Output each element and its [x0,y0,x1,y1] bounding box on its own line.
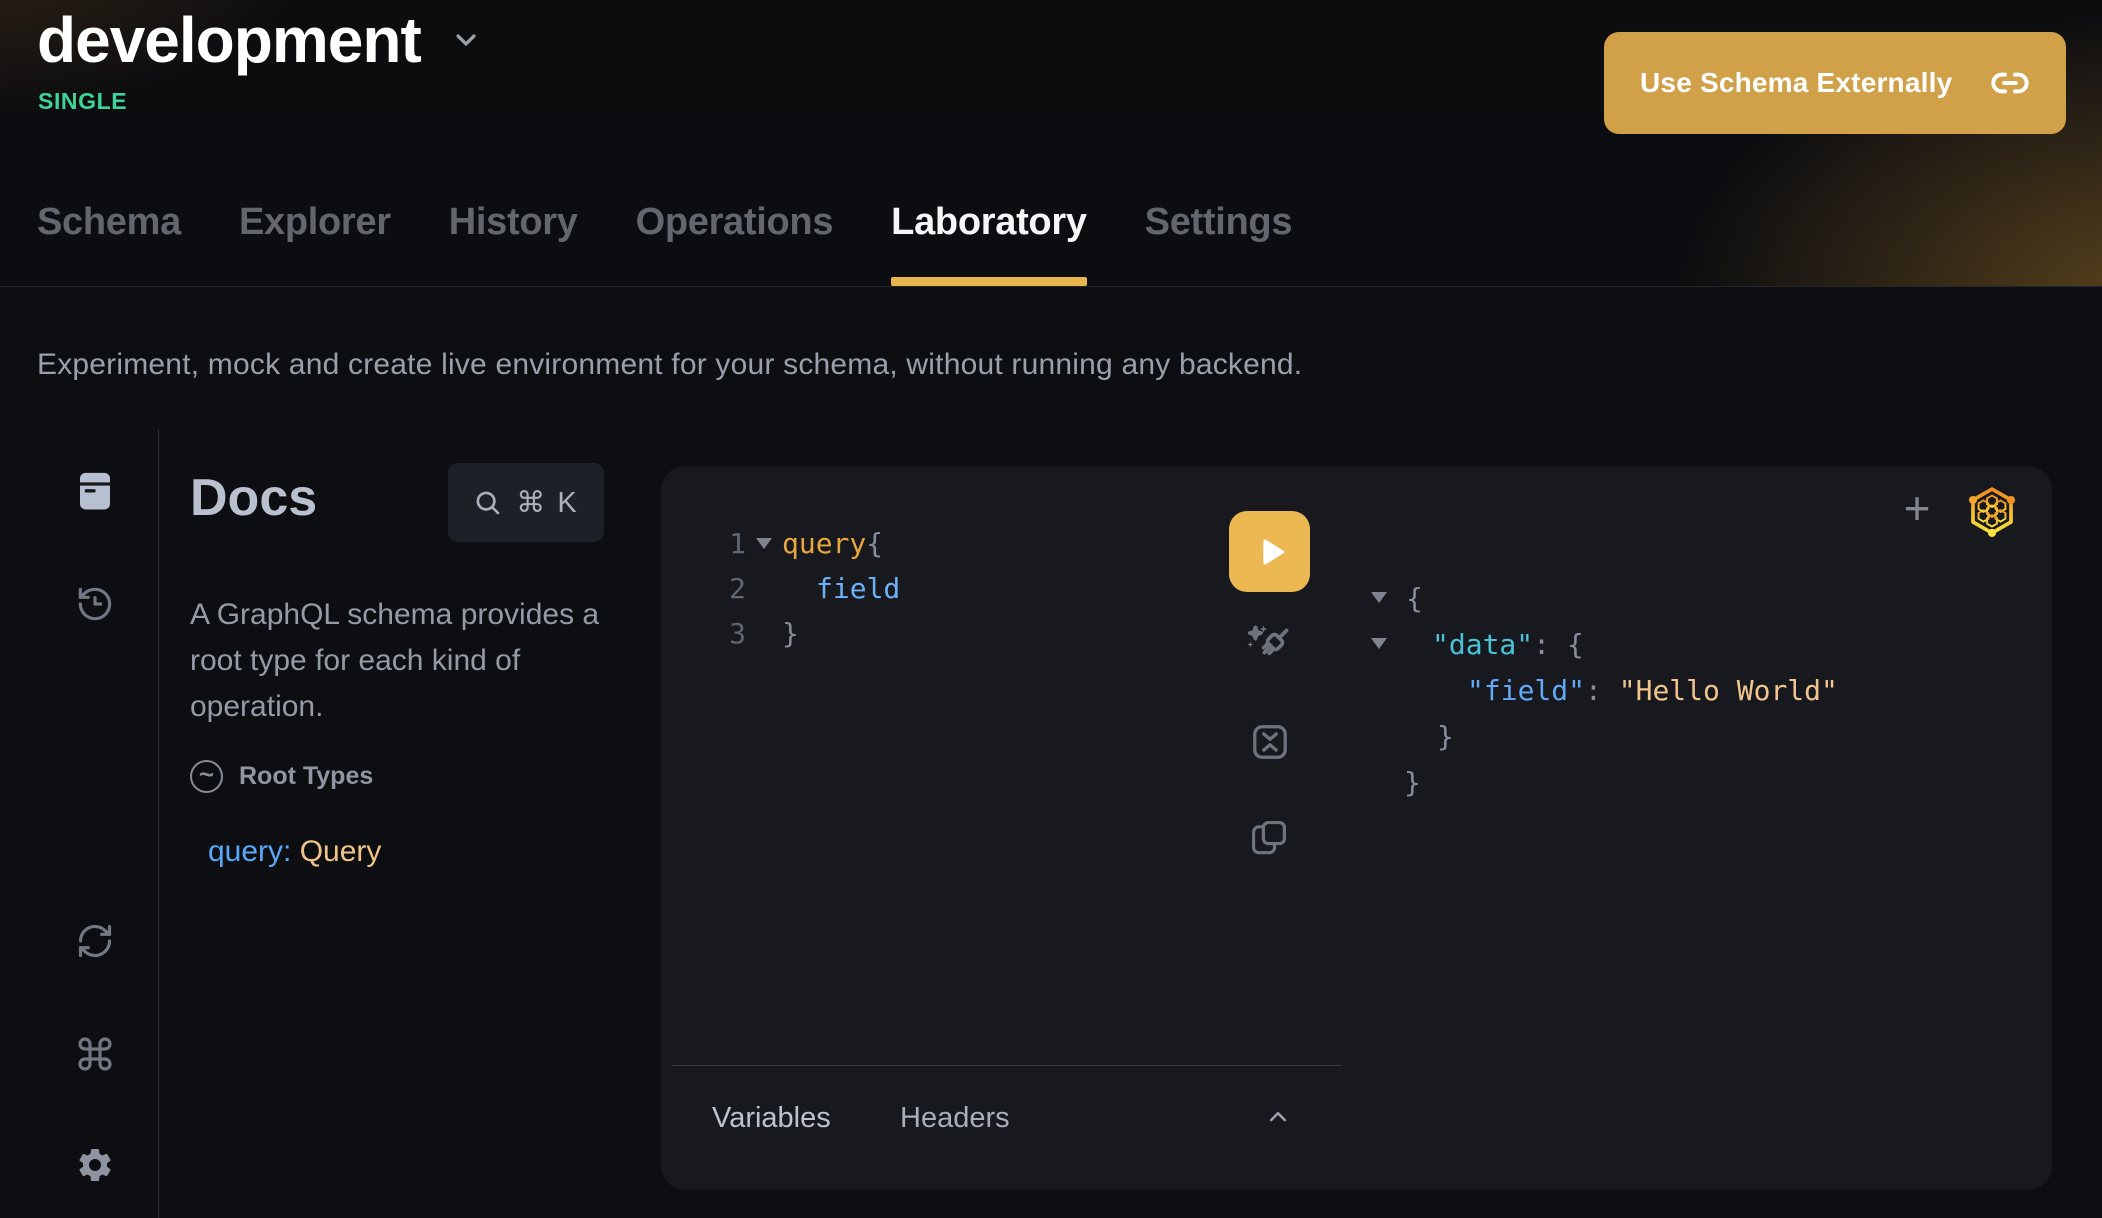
response-key: "field" [1467,674,1585,707]
docs-search-button[interactable]: ⌘ K [448,463,604,542]
graphiql-panel: 1 query{ 2 field 3 } [661,466,2052,1190]
code-field: field [816,572,900,605]
collapse-tools-button[interactable] [1261,1102,1295,1135]
query-editor-line: 2 field [716,566,900,611]
response-punct: } [1437,720,1454,753]
chevron-up-icon [1261,1102,1295,1132]
execute-query-button[interactable] [1229,511,1310,592]
tab-explorer[interactable]: Explorer [239,201,391,286]
search-shortcut-label: ⌘ K [516,485,578,520]
sidebar-settings-button[interactable] [75,1143,115,1187]
sidebar-shortcuts-button[interactable] [75,1032,115,1076]
root-type-row: query: Query [208,835,381,869]
root-type-separator: : [283,835,300,868]
use-schema-externally-button[interactable]: Use Schema Externally [1604,32,2066,134]
merge-icon [1248,720,1292,764]
response-punct: : [1585,674,1619,707]
gear-icon [75,1145,115,1185]
editor-tools-divider [672,1065,1342,1066]
copy-icon [1248,817,1290,859]
link-icon [1990,63,2030,103]
search-icon [473,488,503,518]
code-punct: } [782,617,799,650]
sidebar-history-button[interactable] [75,582,115,626]
code-punct: { [866,527,883,560]
chevron-down-icon [447,21,485,59]
status-badge: SINGLE [38,88,127,115]
laboratory-page: development SINGLE Use Schema Externally… [0,0,2102,1218]
response-line: } [1371,713,1454,759]
target-selector[interactable]: development [37,8,485,72]
root-types-icon: ~ [190,760,223,793]
prettify-query-button[interactable] [1244,621,1296,673]
response-line: } [1371,759,1421,805]
page-header: development SINGLE Use Schema Externally… [0,0,2102,287]
tab-laboratory[interactable]: Laboratory [891,201,1086,286]
response-punct: } [1404,766,1421,799]
sidebar-docs-button[interactable] [75,470,115,514]
page-description: Experiment, mock and create live environ… [37,348,1302,382]
root-types-label: Root Types [239,762,373,791]
copy-query-button[interactable] [1247,816,1291,860]
query-editor-line: 3 } [716,611,799,656]
root-type-field-name: query [208,835,283,868]
docs-panel-title: Docs [190,468,317,528]
prettify-icon [1245,622,1295,672]
hive-logo-icon[interactable] [1966,484,2018,538]
response-line: "field": "Hello World" [1371,667,1838,713]
history-icon [75,584,115,624]
variables-tab[interactable]: Variables [712,1102,831,1135]
sidebar-divider [158,429,159,1218]
page-title: development [37,8,421,72]
line-number: 2 [716,572,746,605]
docs-book-icon [75,470,115,514]
play-icon [1250,532,1290,572]
tab-schema[interactable]: Schema [37,201,181,286]
response-punct: { [1567,628,1584,661]
tab-settings[interactable]: Settings [1145,201,1293,286]
root-type-link[interactable]: Query [300,835,382,868]
sidebar-refetch-button[interactable] [75,919,115,963]
merge-fragments-button[interactable] [1247,719,1293,765]
use-schema-externally-label: Use Schema Externally [1640,67,1952,99]
add-tab-button[interactable]: + [1893,484,1941,532]
response-punct: : [1533,628,1567,661]
query-editor-line: 1 query{ [716,521,883,566]
response-line: "data": { [1371,621,1584,667]
response-punct: { [1406,582,1423,615]
line-number: 1 [716,527,746,560]
code-keyword: query [782,527,866,560]
response-key: "data" [1432,628,1533,661]
command-icon [75,1034,115,1074]
response-line: { [1371,575,1423,621]
main-nav-tabs: Schema Explorer History Operations Labor… [37,201,1292,286]
root-types-section-header: ~ Root Types [190,760,373,793]
line-number: 3 [716,617,746,650]
response-string: "Hello World" [1619,674,1838,707]
fold-triangle-icon[interactable] [746,538,782,549]
tab-history[interactable]: History [449,201,578,286]
docs-description: A GraphQL schema provides a root type fo… [190,592,622,730]
tab-operations[interactable]: Operations [636,201,834,286]
plus-icon: + [1904,482,1931,534]
refresh-icon [75,921,115,961]
headers-tab[interactable]: Headers [900,1102,1010,1135]
